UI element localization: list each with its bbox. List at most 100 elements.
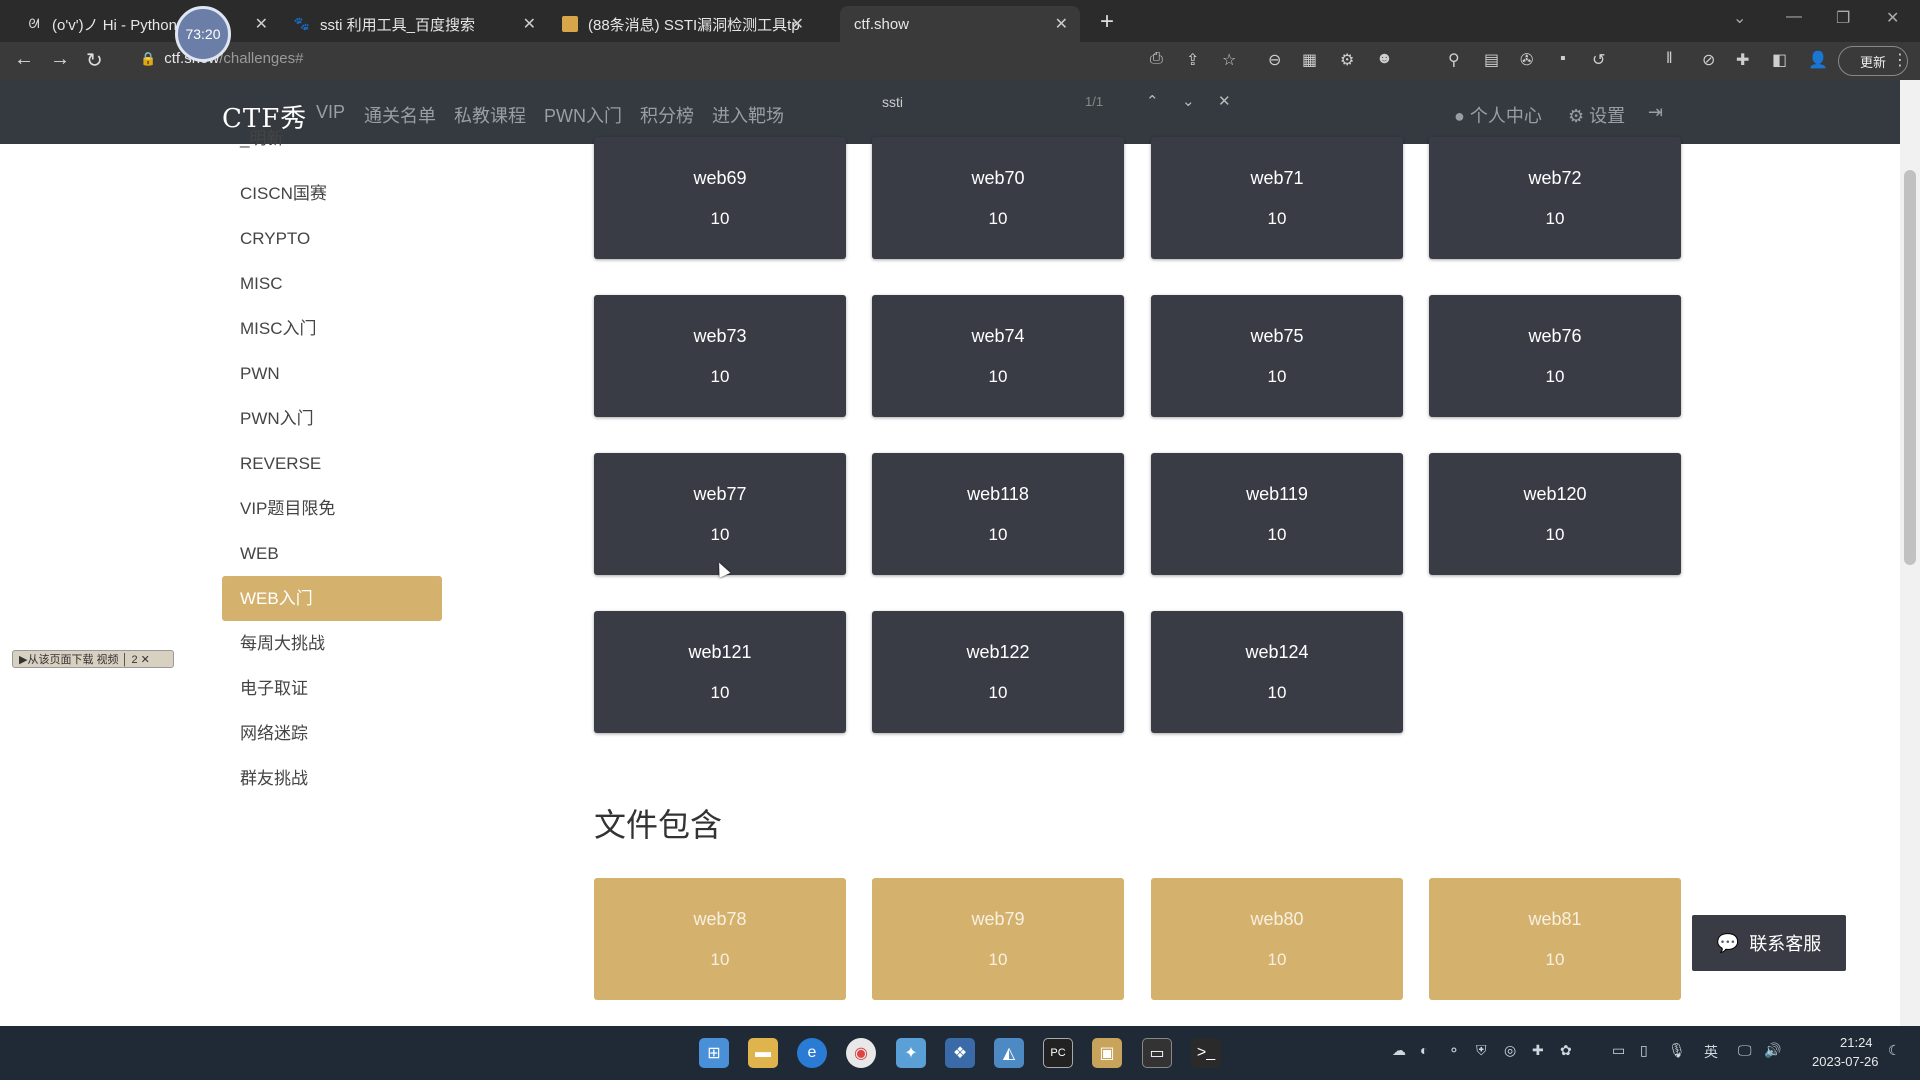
challenge-card[interactable]: web72 10 xyxy=(1429,137,1681,259)
ime-indicator[interactable]: 英 xyxy=(1704,1042,1718,1062)
challenge-card[interactable]: web79 10 xyxy=(872,878,1124,1000)
settings-link[interactable]: ⚙ 设置 xyxy=(1568,102,1625,128)
nav-private-course[interactable]: 私教课程 xyxy=(454,102,526,128)
clock-time[interactable]: 21:24 xyxy=(1840,1035,1873,1050)
challenge-card[interactable]: web122 10 xyxy=(872,611,1124,733)
sidebar-item[interactable]: MISC入门 xyxy=(222,306,442,351)
nav-clear-list[interactable]: 通关名单 xyxy=(364,102,436,128)
close-icon[interactable]: ✕ xyxy=(523,14,536,34)
tab-csdn[interactable]: (88条消息) SSTI漏洞检测工具tp ✕ xyxy=(548,6,816,42)
puzzle-icon[interactable]: ✚ xyxy=(1736,50,1749,70)
tray-icon[interactable]: ✿ xyxy=(1560,1042,1572,1059)
tray-icon[interactable]: ▯ xyxy=(1640,1042,1648,1059)
volume-icon[interactable]: 🔊 xyxy=(1764,1042,1781,1059)
sidebar-item[interactable]: CISCN国赛 xyxy=(222,171,442,216)
personal-center-link[interactable]: ● 个人中心 xyxy=(1454,102,1542,128)
nav-vip[interactable]: VIP xyxy=(316,102,345,123)
challenge-card[interactable]: web74 10 xyxy=(872,295,1124,417)
tab-python[interactable]: ᘛ (o'v')ノ Hi - Python 知 网 ✕ xyxy=(12,6,280,42)
challenge-card[interactable]: web124 10 xyxy=(1151,611,1403,733)
page-capture-icon[interactable]: ⎙ xyxy=(1150,50,1163,68)
challenge-card[interactable]: web69 10 xyxy=(594,137,846,259)
sidebar-item[interactable]: WEB xyxy=(222,531,442,576)
minimize-icon[interactable]: — xyxy=(1786,8,1802,26)
reload-icon[interactable]: ↻ xyxy=(86,48,103,73)
challenge-card[interactable]: web121 10 xyxy=(594,611,846,733)
menu-icon[interactable]: ⋮ xyxy=(1892,50,1908,70)
extension-icon[interactable]: ▪ xyxy=(1560,50,1566,68)
challenge-card[interactable]: web70 10 xyxy=(872,137,1124,259)
sidebar-item[interactable]: 网络迷踪 xyxy=(222,711,442,756)
app-icon[interactable]: ◭ xyxy=(994,1038,1024,1068)
sidebar-item[interactable]: 群友挑战 xyxy=(222,756,442,801)
restore-icon[interactable]: ❐ xyxy=(1836,8,1850,28)
challenge-card[interactable]: web76 10 xyxy=(1429,295,1681,417)
tray-icon[interactable]: ✚ xyxy=(1532,1042,1544,1059)
edge-browser-icon[interactable]: e xyxy=(797,1038,827,1068)
challenge-card[interactable]: web81 10 xyxy=(1429,878,1681,1000)
extension-icon[interactable]: ⊘ xyxy=(1702,50,1715,70)
find-close-icon[interactable]: ✕ xyxy=(1218,92,1231,110)
bookmark-star-icon[interactable]: ☆ xyxy=(1222,50,1236,70)
sidebar-item[interactable]: VIP题目限免 xyxy=(222,486,442,531)
extension-icon[interactable]: ‖ xyxy=(1666,50,1673,68)
file-explorer-icon[interactable]: ▬ xyxy=(748,1038,778,1068)
new-tab-icon[interactable]: + xyxy=(1100,8,1114,36)
tab-search-icon[interactable]: ⌄ xyxy=(1733,8,1746,28)
challenge-card[interactable]: web119 10 xyxy=(1151,453,1403,575)
extension-icon[interactable]: ⚲ xyxy=(1448,50,1460,70)
app-icon[interactable]: ❖ xyxy=(945,1038,975,1068)
contact-support-button[interactable]: 💬 联系客服 xyxy=(1692,915,1846,971)
back-icon[interactable]: ← xyxy=(14,48,34,71)
challenge-card[interactable]: web118 10 xyxy=(872,453,1124,575)
challenge-card[interactable]: web75 10 xyxy=(1151,295,1403,417)
terminal-icon[interactable]: ▭ xyxy=(1142,1038,1172,1068)
sidebar-item[interactable]: REVERSE xyxy=(222,441,442,486)
tray-icon[interactable]: ◐ xyxy=(1420,1042,1428,1058)
network-icon[interactable]: 🖵 xyxy=(1738,1042,1752,1059)
microphone-icon[interactable]: 🎙 xyxy=(1668,1042,1686,1059)
share-icon[interactable]: ⇪ xyxy=(1186,50,1199,70)
challenge-card[interactable]: web80 10 xyxy=(1151,878,1403,1000)
sidebar-item-active[interactable]: WEB入门 xyxy=(222,576,442,621)
sidebar-item[interactable]: PWN xyxy=(222,351,442,396)
extension-icon[interactable]: ⚙ xyxy=(1340,50,1354,70)
extension-icon[interactable]: ✇ xyxy=(1520,50,1533,70)
window-close-icon[interactable]: ✕ xyxy=(1886,8,1899,28)
extension-icon[interactable]: ⊖ xyxy=(1268,50,1281,70)
tray-icon[interactable]: ☁ xyxy=(1392,1042,1406,1059)
sidebar-item[interactable]: PWN入门 xyxy=(222,396,442,441)
challenge-card[interactable]: web71 10 xyxy=(1151,137,1403,259)
tab-ctfshow[interactable]: ctf.show ✕ xyxy=(840,6,1080,42)
challenge-card[interactable]: web78 10 xyxy=(594,878,846,1000)
video-download-widget[interactable]: ▶从该页面下载 视频 │ 2 ✕ xyxy=(12,650,174,668)
nav-scoreboard[interactable]: 积分榜 xyxy=(640,102,694,128)
tray-icon[interactable]: ⛨ xyxy=(1476,1042,1487,1059)
close-icon[interactable]: ✕ xyxy=(255,14,268,34)
find-prev-icon[interactable]: ⌃ xyxy=(1146,92,1159,110)
extension-icon[interactable]: ↺ xyxy=(1592,50,1605,70)
windows-start-icon[interactable]: ⊞ xyxy=(699,1038,729,1068)
sidebar-item[interactable]: MISC xyxy=(222,261,442,306)
app-icon[interactable]: ▣ xyxy=(1092,1038,1122,1068)
clock-date[interactable]: 2023-07-26 xyxy=(1812,1054,1879,1069)
pycharm-icon[interactable]: PC xyxy=(1043,1038,1073,1068)
extension-icon[interactable]: ▤ xyxy=(1484,50,1499,70)
close-icon[interactable]: ✕ xyxy=(1055,14,1068,34)
challenge-card[interactable]: web73 10 xyxy=(594,295,846,417)
sidebar-item[interactable]: CRYPTO xyxy=(222,216,442,261)
scrollbar-thumb[interactable] xyxy=(1904,170,1916,565)
forward-icon[interactable]: → xyxy=(50,48,70,71)
tray-icon[interactable]: ▭ xyxy=(1612,1042,1625,1059)
find-input[interactable]: ssti xyxy=(882,94,903,110)
tray-icon[interactable]: ◎ xyxy=(1504,1042,1516,1059)
page-scrollbar[interactable] xyxy=(1900,80,1920,1026)
close-icon[interactable]: ✕ xyxy=(791,14,804,34)
chrome-browser-icon[interactable]: ◉ xyxy=(846,1038,876,1068)
find-next-icon[interactable]: ⌄ xyxy=(1182,92,1195,110)
nav-pwn-intro[interactable]: PWN入门 xyxy=(544,102,622,128)
tab-baidu[interactable]: 🐾 ssti 利用工具_百度搜索 ✕ xyxy=(280,6,548,42)
sidebar-item[interactable]: 每周大挑战 xyxy=(222,621,442,666)
challenge-card[interactable]: web77 10 xyxy=(594,453,846,575)
app-icon[interactable]: ✦ xyxy=(896,1038,926,1068)
